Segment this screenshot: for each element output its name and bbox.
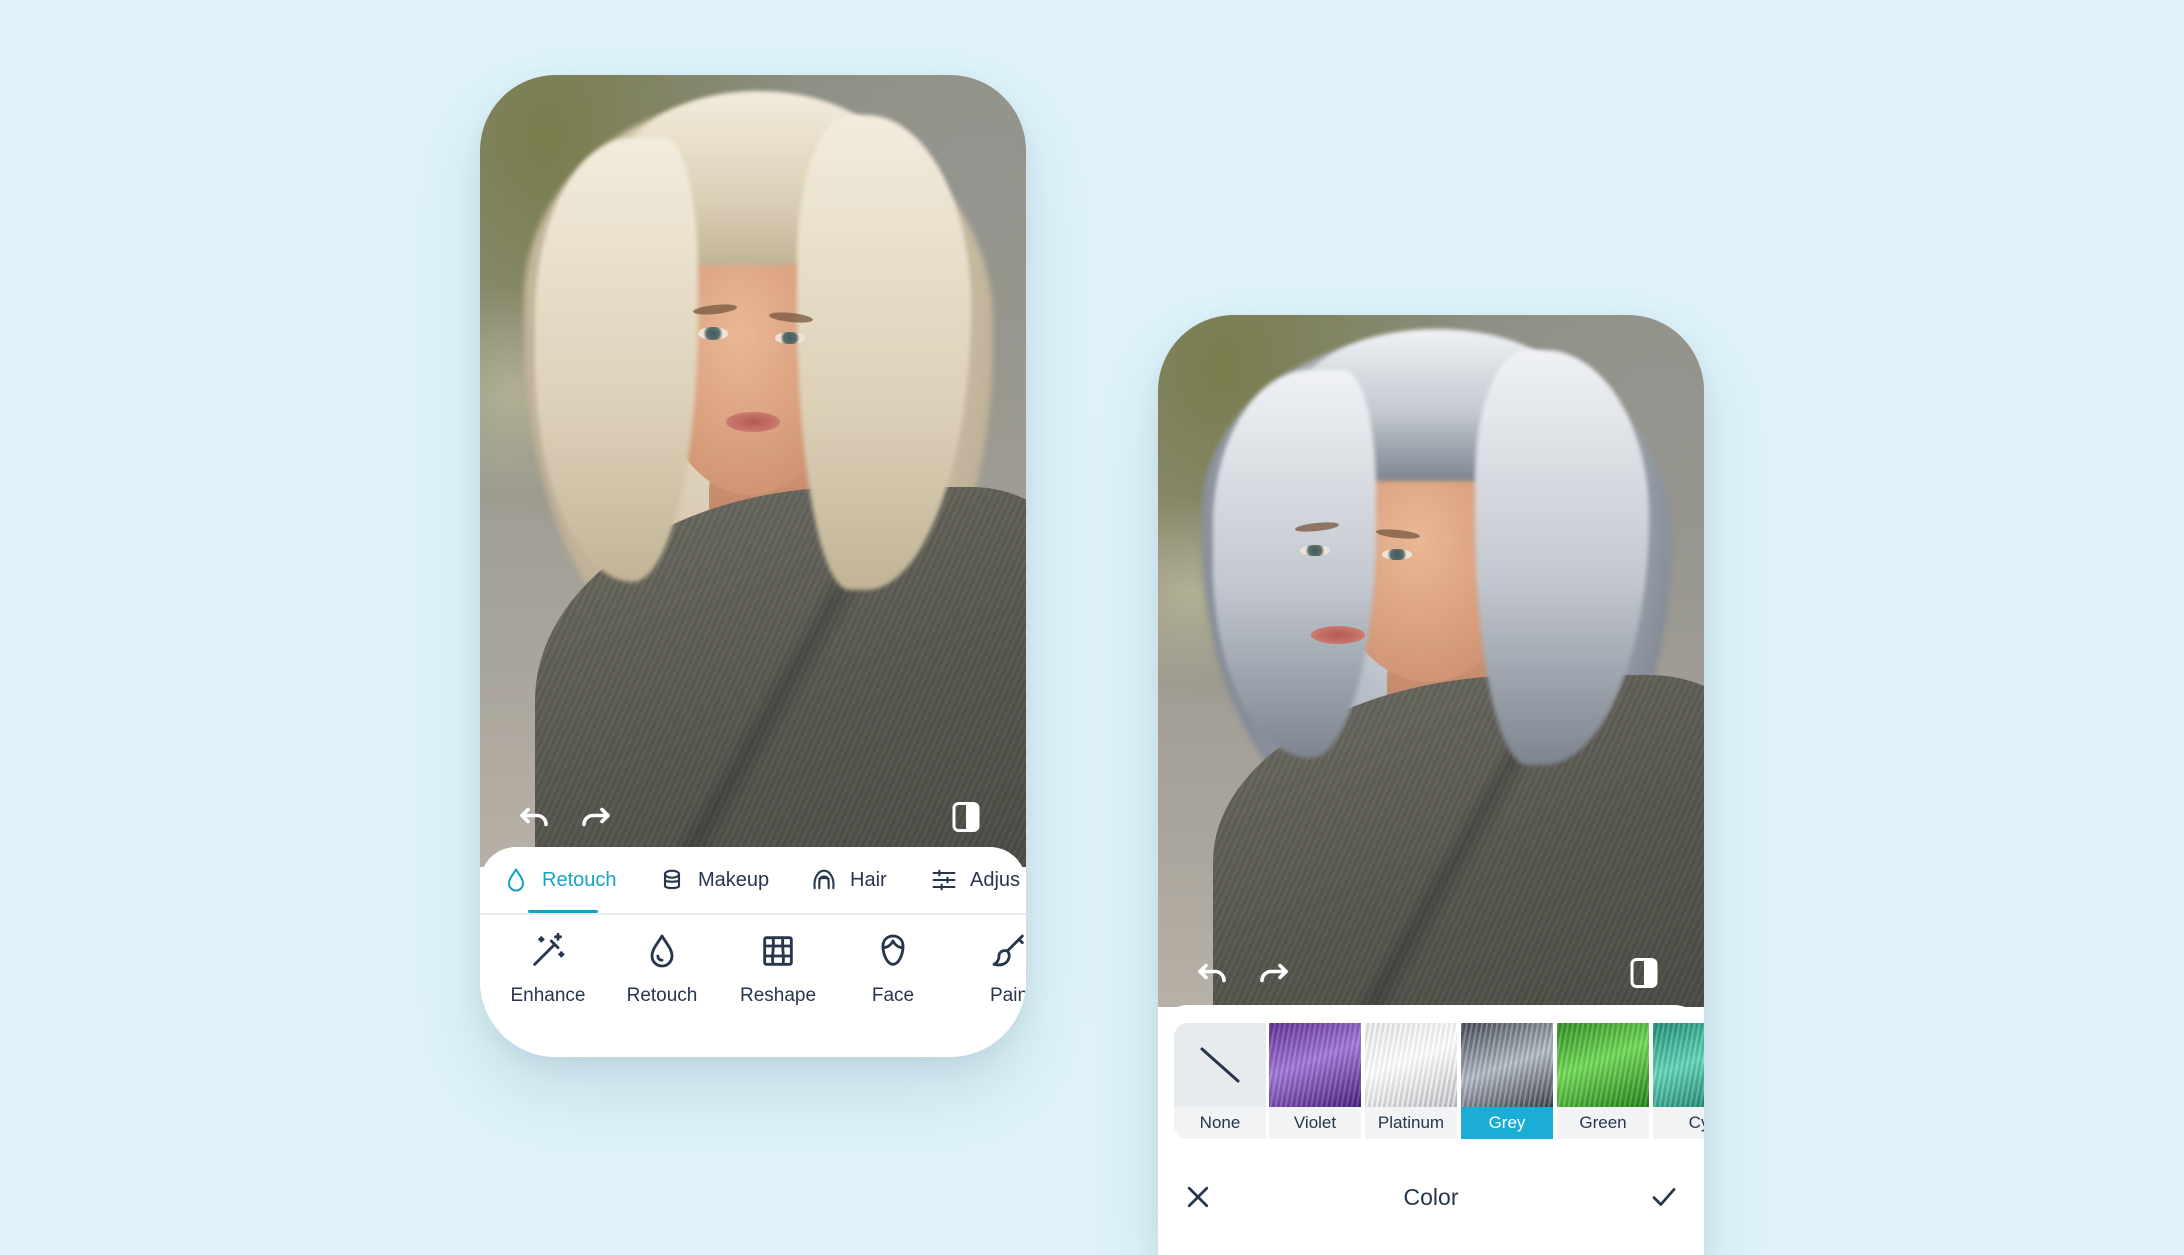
swatch-texture bbox=[1653, 1023, 1704, 1107]
swatch-grey[interactable]: Grey bbox=[1461, 1023, 1553, 1139]
face-icon bbox=[881, 934, 905, 966]
tab-makeup[interactable]: Makeup bbox=[658, 847, 769, 913]
color-panel: None Violet Platinum Grey Green Cy bbox=[1158, 1005, 1704, 1255]
tool-face[interactable]: Face bbox=[838, 931, 948, 1031]
tab-label: Makeup bbox=[698, 868, 770, 891]
tool-paint[interactable]: Pain bbox=[954, 931, 1026, 1031]
tool-label: Reshape bbox=[739, 985, 817, 1006]
sliders-icon bbox=[932, 869, 956, 891]
tool-label: Retouch bbox=[626, 985, 698, 1006]
tool-retouch[interactable]: Retouch bbox=[607, 931, 717, 1031]
swatch-platinum[interactable]: Platinum bbox=[1365, 1023, 1457, 1139]
swatch-label: None bbox=[1174, 1107, 1266, 1139]
swatch-label: Green bbox=[1557, 1107, 1649, 1139]
swatch-label: Violet bbox=[1269, 1107, 1361, 1139]
magic-wand-icon bbox=[533, 932, 565, 966]
cancel-button[interactable] bbox=[1178, 1177, 1218, 1217]
tool-row: Enhance Retouch Reshape Face Pain bbox=[480, 931, 1026, 1041]
swatch-label: Grey bbox=[1461, 1107, 1553, 1139]
tool-label: Pain bbox=[989, 985, 1026, 1006]
hair-icon bbox=[813, 869, 835, 890]
compare-icon[interactable] bbox=[946, 797, 986, 837]
tab-label: Adjus bbox=[970, 868, 1021, 891]
none-slash-icon bbox=[1200, 1047, 1240, 1083]
tab-label: Retouch bbox=[542, 868, 617, 891]
tool-reshape[interactable]: Reshape bbox=[723, 931, 833, 1031]
swatch-label: Cy bbox=[1653, 1107, 1704, 1139]
tab-adjust[interactable]: Adjus bbox=[930, 847, 1020, 913]
tool-label: Face bbox=[871, 985, 915, 1006]
bottom-action-bar: Color bbox=[1158, 1167, 1704, 1227]
color-swatch-row: None Violet Platinum Grey Green Cy bbox=[1174, 1023, 1704, 1141]
swatch-texture bbox=[1557, 1023, 1649, 1107]
swatch-green[interactable]: Green bbox=[1557, 1023, 1649, 1139]
tab-label: Hair bbox=[850, 868, 887, 891]
brush-icon bbox=[992, 934, 1024, 967]
swatch-texture bbox=[1269, 1023, 1361, 1107]
swatch-texture bbox=[1461, 1023, 1553, 1107]
hair-color-screen: None Violet Platinum Grey Green Cy bbox=[1158, 315, 1704, 1255]
tab-hair[interactable]: Hair bbox=[810, 847, 887, 913]
swatch-label: Platinum bbox=[1365, 1107, 1457, 1139]
edit-panel: Retouch Makeup Hair Adjus Enhance Retouc… bbox=[480, 847, 1026, 1057]
drop-icon bbox=[507, 868, 525, 892]
active-tab-indicator bbox=[528, 910, 598, 913]
category-tabs: Retouch Makeup Hair Adjus bbox=[480, 847, 1026, 915]
redo-icon[interactable] bbox=[576, 797, 616, 837]
swatch-none[interactable]: None bbox=[1174, 1023, 1266, 1139]
undo-icon[interactable] bbox=[514, 797, 554, 837]
retouch-screen: Retouch Makeup Hair Adjus Enhance Retouc… bbox=[480, 75, 1026, 1057]
tab-retouch[interactable]: Retouch bbox=[502, 847, 617, 913]
grid-icon bbox=[763, 936, 793, 966]
confirm-button[interactable] bbox=[1644, 1177, 1684, 1217]
panel-title: Color bbox=[1403, 1183, 1459, 1210]
compare-icon[interactable] bbox=[1624, 953, 1664, 993]
tool-enhance[interactable]: Enhance bbox=[493, 931, 603, 1031]
swatch-texture bbox=[1365, 1023, 1457, 1107]
makeup-icon bbox=[663, 869, 681, 890]
tool-label: Enhance bbox=[510, 985, 586, 1006]
swatch-violet[interactable]: Violet bbox=[1269, 1023, 1361, 1139]
portrait-photo bbox=[1158, 315, 1704, 1007]
portrait-photo bbox=[480, 75, 1026, 867]
redo-icon[interactable] bbox=[1254, 953, 1294, 993]
swatch-cyan[interactable]: Cy bbox=[1653, 1023, 1704, 1139]
close-icon bbox=[1187, 1186, 1209, 1208]
undo-icon[interactable] bbox=[1192, 953, 1232, 993]
drop-icon bbox=[650, 934, 674, 968]
checkmark-icon bbox=[1652, 1188, 1676, 1206]
